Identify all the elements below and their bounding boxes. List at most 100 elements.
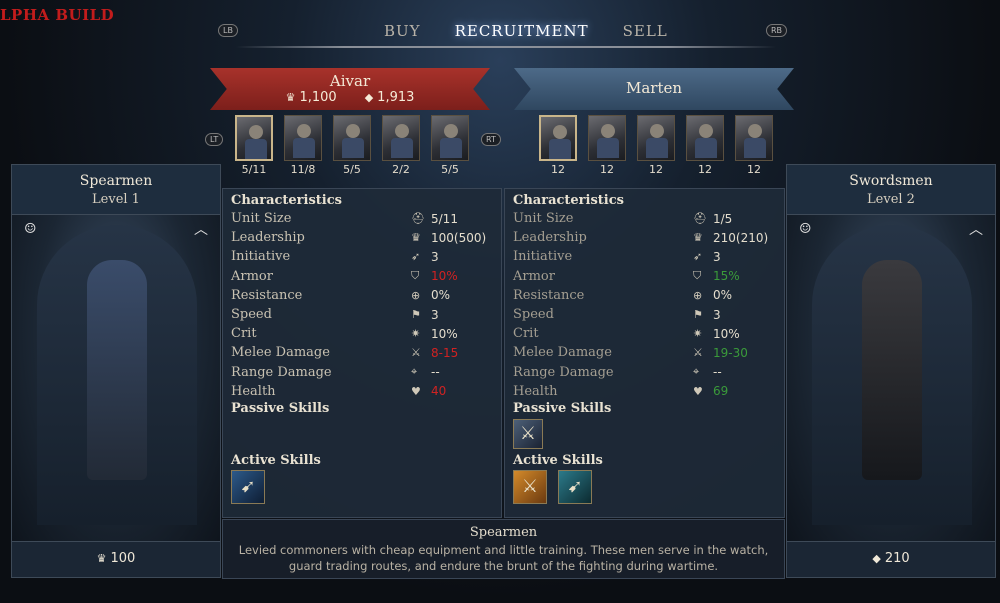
left-unit-level: Level 1 <box>92 192 140 207</box>
left-gold: ◆ 1,913 <box>364 90 415 105</box>
passive-skills-slots <box>231 417 493 453</box>
chevron-up-icon[interactable]: ︿ <box>194 219 208 239</box>
stat-row-range-damage: Range Damage ⌖ -- <box>513 364 722 380</box>
left-leadership: ♛ 1,100 <box>285 90 337 105</box>
left-player-banner: Aivar ♛ 1,100 ◆ 1,913 <box>210 68 490 110</box>
left-unit-slot[interactable]: 5/5 <box>333 115 371 176</box>
right-player-name: Marten <box>625 79 683 97</box>
stat-row-initiative: Initiative ➶ 3 <box>231 249 439 265</box>
helmet-icon: ⛑ <box>411 212 425 226</box>
passive-skills-heading: Passive Skills <box>231 400 330 416</box>
stat-row-armor: Armor ⛉ 15% <box>513 268 740 284</box>
tab-buy[interactable]: BUY <box>384 22 421 40</box>
resist-shield-icon: ⊕ <box>411 288 421 302</box>
unit-portrait <box>382 115 420 161</box>
unit-portrait <box>637 115 675 161</box>
left-unit-slot[interactable]: 11/8 <box>284 115 322 176</box>
crit-sword-icon: ✷ <box>693 327 703 341</box>
wing-icon: ➶ <box>693 250 703 264</box>
stat-row-resistance: Resistance ⊕ 0% <box>231 287 451 303</box>
right-player-banner: Marten <box>514 68 794 110</box>
rb-button[interactable]: RB <box>766 24 788 37</box>
sword-icon: ⚔ <box>411 346 421 360</box>
right-unit-slot[interactable]: 12 <box>539 115 577 176</box>
wing-icon: ➶ <box>411 250 421 264</box>
stat-row-health: Health ♥ 40 <box>231 383 447 399</box>
right-unit-level: Level 2 <box>867 192 915 207</box>
stat-row-initiative: Initiative ➶ 3 <box>513 249 721 265</box>
stat-row-leadership: Leadership ♛ 100(500) <box>231 230 487 246</box>
run-skill-icon: ➹ <box>567 475 583 497</box>
left-stats-panel: Characteristics Unit Size ⛑ 5/11 Leadershi… <box>222 188 502 518</box>
unit-portrait <box>539 115 577 161</box>
crit-sword-icon: ✷ <box>411 327 421 341</box>
morale-face-icon[interactable]: ☺ <box>799 221 812 237</box>
shield-icon: ⛉ <box>411 269 420 283</box>
right-unit-cost: ◆ 210 <box>787 541 995 577</box>
right-unit-slot[interactable]: 12 <box>637 115 675 176</box>
active-skill-charge[interactable]: ➹ <box>231 469 265 504</box>
characteristics-heading: Characteristics <box>231 193 342 208</box>
chevron-up-icon[interactable]: ︿ <box>969 219 983 239</box>
passive-skills-slots: ⚔ <box>513 417 776 453</box>
heart-icon: ♥ <box>411 384 421 398</box>
resist-shield-icon: ⊕ <box>693 288 703 302</box>
gold-icon: ◆ <box>872 552 881 565</box>
helmet-icon: ⛑ <box>693 212 707 226</box>
stat-row-speed: Speed ⚑ 3 <box>231 307 439 323</box>
heart-icon: ♥ <box>693 384 703 398</box>
active-skill-rush[interactable]: ➹ <box>558 469 593 504</box>
sword-icon: ⚔ <box>693 346 703 360</box>
rt-button[interactable]: RT <box>481 133 501 146</box>
active-skill-strike[interactable]: ⚔ <box>513 469 547 504</box>
left-unit-slot[interactable]: 5/11 <box>235 115 273 176</box>
stat-row-unit-size: Unit Size ⛑ 5/11 <box>231 211 458 227</box>
unit-portrait <box>235 115 273 161</box>
lb-button[interactable]: LB <box>218 24 238 37</box>
right-unit-artwork: ☺ ︿ <box>787 215 995 543</box>
unit-portrait <box>284 115 322 161</box>
active-skills-heading: Active Skills <box>513 452 603 468</box>
right-unit-slot[interactable]: 12 <box>686 115 724 176</box>
stat-row-armor: Armor ⛉ 10% <box>231 268 458 284</box>
morale-face-icon[interactable]: ☺ <box>24 221 37 237</box>
right-unit-name: Swordsmen <box>849 173 933 189</box>
stat-row-crit: Crit ✷ 10% <box>231 326 458 342</box>
stat-row-range-damage: Range Damage ⌖ -- <box>231 364 440 380</box>
left-unit-row: 5/11 11/8 5/5 2/2 5/5 <box>235 115 469 176</box>
unit-portrait <box>333 115 371 161</box>
stat-row-unit-size: Unit Size ⛑ 1/5 <box>513 211 733 227</box>
right-unit-slot[interactable]: 12 <box>588 115 626 176</box>
left-unit-card: Spearmen Level 1 ☺ ︿ ♛ 100 <box>11 164 221 578</box>
shield-icon: ⛉ <box>693 269 702 283</box>
left-unit-slot[interactable]: 2/2 <box>382 115 420 176</box>
stat-row-crit: Crit ✷ 10% <box>513 326 740 342</box>
alpha-build-label: LPHA BUILD <box>0 6 115 24</box>
tab-sell[interactable]: SELL <box>623 22 668 40</box>
right-unit-slot[interactable]: 12 <box>735 115 773 176</box>
description-body: Levied commoners with cheap equipment an… <box>238 543 769 573</box>
stat-row-resistance: Resistance ⊕ 0% <box>513 287 733 303</box>
tab-recruitment[interactable]: RECRUITMENT <box>455 22 589 40</box>
right-unit-row: 12 12 12 12 12 <box>539 115 773 176</box>
crown-icon: ♛ <box>285 91 296 104</box>
sword-skill-icon: ⚔ <box>521 475 539 497</box>
unit-portrait <box>588 115 626 161</box>
tab-bar: BUY RECRUITMENT SELL <box>384 22 668 40</box>
boot-icon: ⚑ <box>411 308 421 322</box>
active-skills-heading: Active Skills <box>231 452 321 468</box>
left-player-name: Aivar <box>329 72 371 90</box>
stat-row-speed: Speed ⚑ 3 <box>513 307 721 323</box>
crown-icon: ♛ <box>693 231 703 245</box>
boot-skill-icon: ➹ <box>240 475 256 497</box>
stat-row-health: Health ♥ 69 <box>513 383 729 399</box>
gold-icon: ◆ <box>364 91 374 104</box>
unit-portrait <box>431 115 469 161</box>
right-unit-card: Swordsmen Level 2 ☺ ︿ ◆ 210 <box>786 164 996 578</box>
left-unit-slot[interactable]: 5/5 <box>431 115 469 176</box>
right-stats-panel: Characteristics Unit Size ⛑ 1/5 Leadership… <box>504 188 785 518</box>
passive-skill-slot[interactable]: ⚔ <box>513 418 543 449</box>
passive-skills-heading: Passive Skills <box>513 400 612 416</box>
lt-button[interactable]: LT <box>205 133 224 146</box>
left-unit-name: Spearmen <box>79 173 153 189</box>
